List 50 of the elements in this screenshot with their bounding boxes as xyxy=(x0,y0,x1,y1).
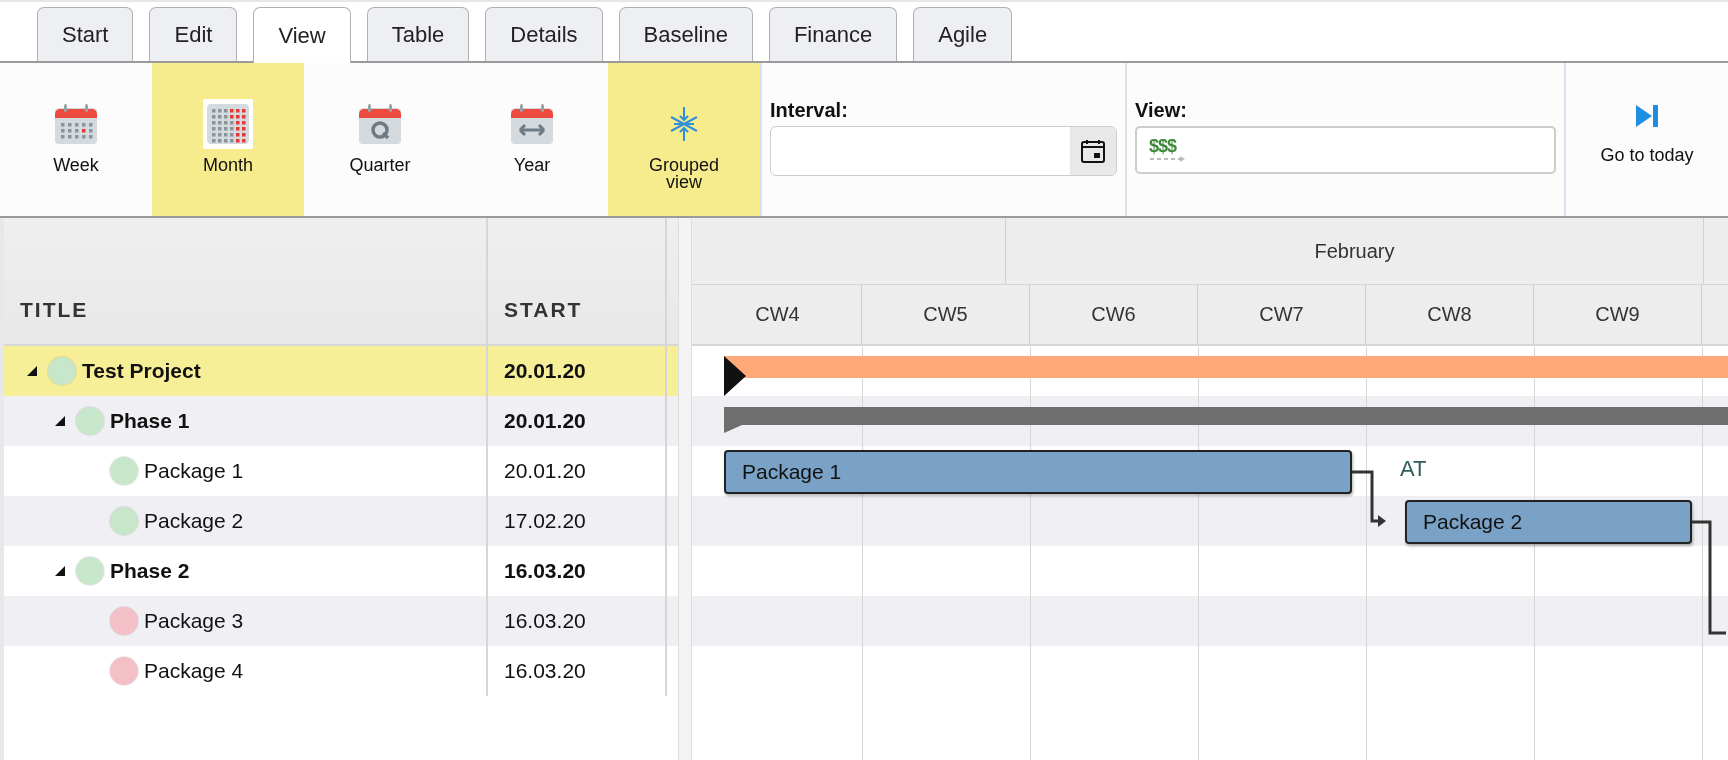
timescale-button[interactable]: Year xyxy=(456,63,608,216)
calendar-month-icon xyxy=(203,99,253,149)
calendar-icon[interactable] xyxy=(1080,138,1106,164)
ribbon-tab[interactable]: Finance xyxy=(768,7,898,61)
task-bar[interactable]: Package 2 xyxy=(1405,500,1692,544)
expanded-triangle-icon[interactable] xyxy=(54,565,66,577)
expanded-triangle-icon[interactable] xyxy=(54,415,66,427)
bar-annotation: AT xyxy=(1400,456,1427,482)
timescale-button[interactable]: Week xyxy=(0,63,152,216)
week-header: CW5 xyxy=(862,285,1030,344)
column-header[interactable]: TITLE xyxy=(4,218,488,344)
ribbon-tab[interactable]: View xyxy=(253,7,351,63)
week-header: CW6 xyxy=(1030,285,1198,344)
ribbon-tab[interactable]: Start xyxy=(37,7,134,61)
view-select[interactable]: $$$ xyxy=(1135,126,1556,174)
ribbon-tab[interactable]: Edit xyxy=(149,7,238,61)
row-title: Phase 1 xyxy=(110,409,190,433)
skip-forward-icon xyxy=(1635,103,1659,129)
row-title: Phase 2 xyxy=(110,559,190,583)
column-header[interactable]: START xyxy=(488,218,667,344)
week-header: CW8 xyxy=(1366,285,1534,344)
phase-summary-bar[interactable] xyxy=(724,407,1728,433)
timescale-button[interactable]: Grouped view xyxy=(608,63,760,216)
table-row[interactable]: Package 3 16.03.20 xyxy=(4,596,678,646)
go-to-today-button[interactable]: Go to today xyxy=(1564,63,1728,216)
timescale-button[interactable]: Month xyxy=(152,63,304,216)
ribbon-tab[interactable]: Table xyxy=(366,7,470,61)
row-title: Test Project xyxy=(82,359,201,383)
row-title: Package 1 xyxy=(144,459,244,483)
field-label: View: xyxy=(1135,99,1188,122)
ribbon-tab[interactable]: Agile xyxy=(913,7,1013,61)
dotted-arrow-icon xyxy=(1149,155,1187,163)
week-header: CW7 xyxy=(1198,285,1366,344)
row-title: Package 4 xyxy=(144,659,244,683)
week-header: CW4 xyxy=(694,285,862,344)
row-title: Package 2 xyxy=(144,509,244,533)
start-date: 16.03.20 xyxy=(488,646,667,696)
ribbon-tab[interactable]: Baseline xyxy=(618,7,753,61)
interval-field[interactable] xyxy=(770,126,1117,176)
table-row[interactable]: Test Project 20.01.20 xyxy=(4,346,678,396)
ribbon-tab[interactable]: Details xyxy=(485,7,603,61)
field-label: Interval: xyxy=(770,99,849,122)
task-bar[interactable]: Package 1 xyxy=(724,450,1352,494)
timescale-button[interactable]: Quarter xyxy=(304,63,456,216)
row-title: Package 3 xyxy=(144,609,244,633)
expanded-triangle-icon[interactable] xyxy=(26,365,38,377)
table-row[interactable]: Phase 1 20.01.20 xyxy=(4,396,678,446)
week-header: CW9 xyxy=(1534,285,1702,344)
month-header: February xyxy=(1006,218,1704,284)
table-row[interactable]: Package 2 17.02.20 xyxy=(4,496,678,546)
